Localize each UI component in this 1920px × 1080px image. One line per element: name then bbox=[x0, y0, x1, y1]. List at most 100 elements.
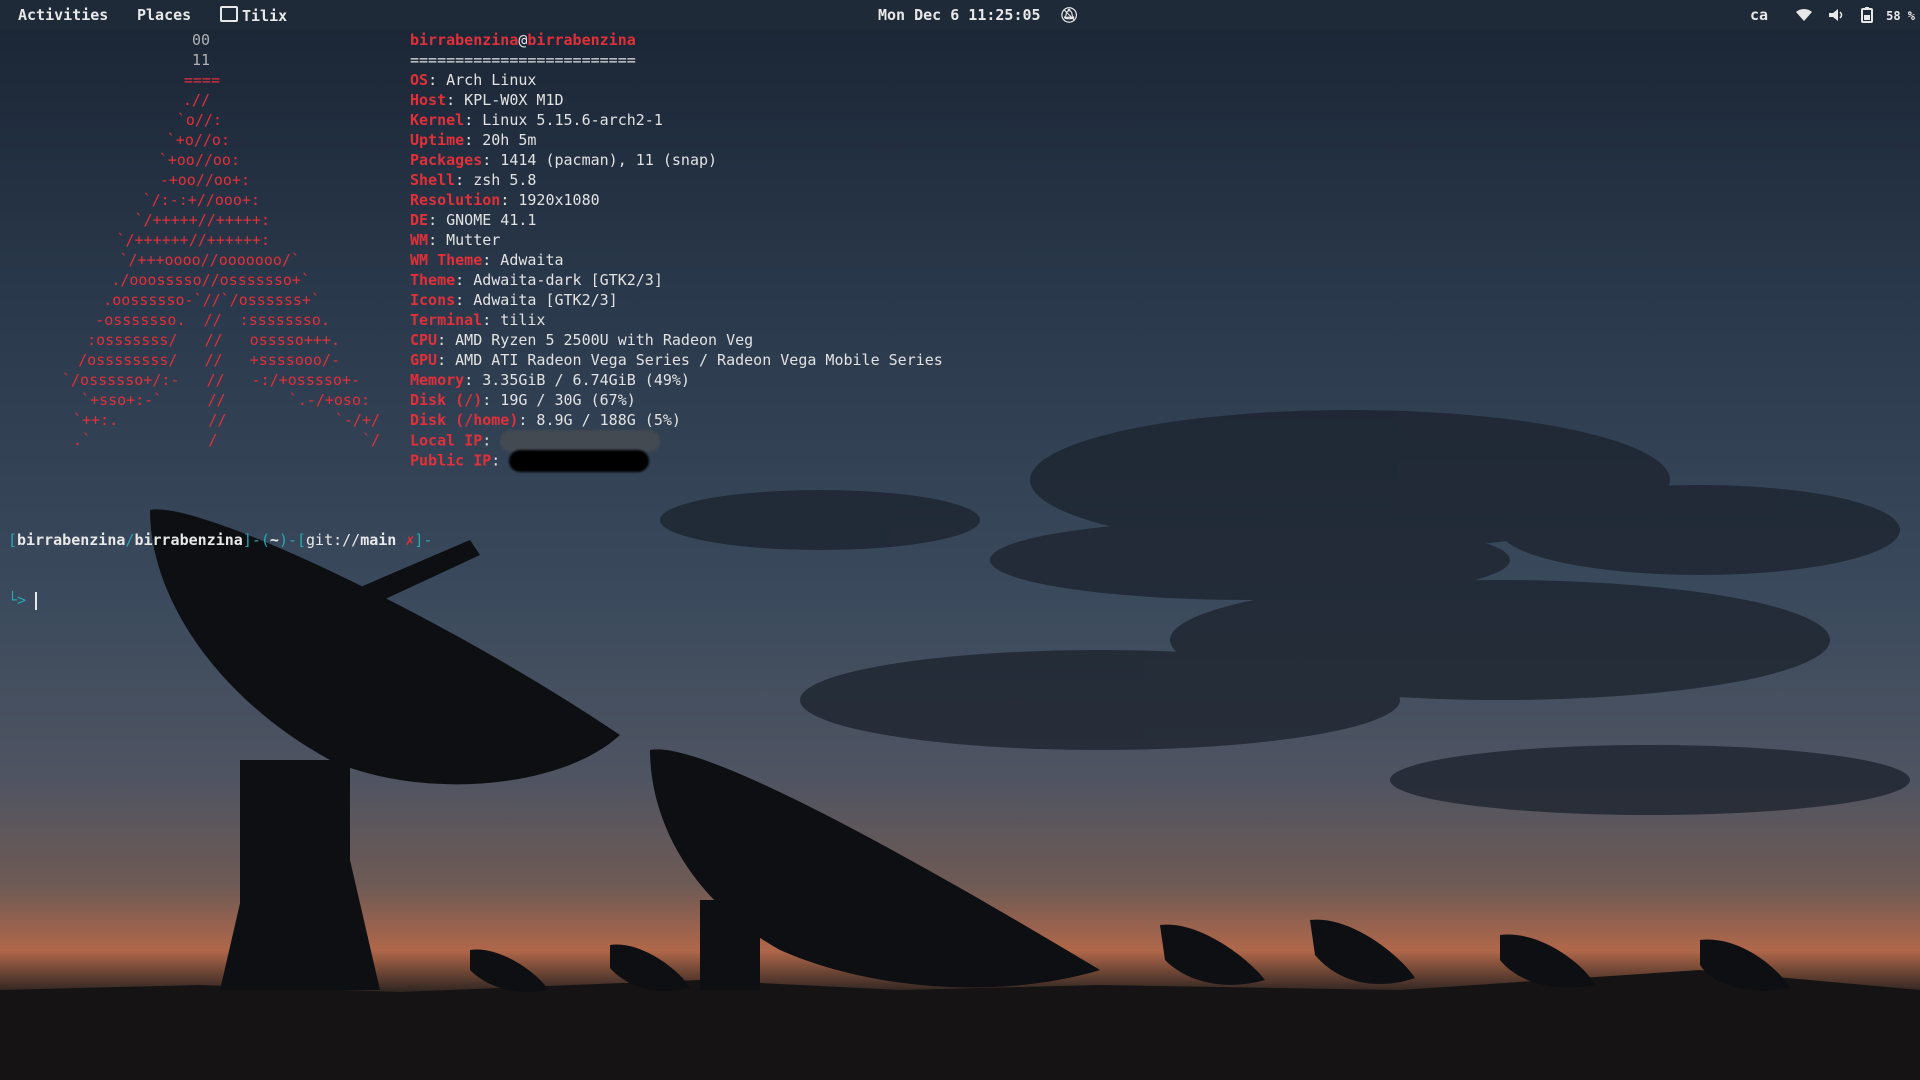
prompt-dir: ~ bbox=[269, 531, 279, 549]
info-row: Kernel: Linux 5.15.6-arch2-1 bbox=[410, 110, 943, 130]
info-key: Kernel bbox=[410, 111, 465, 129]
username: birrabenzina bbox=[410, 31, 519, 49]
clock-label: Mon Dec 6 11:25:05 bbox=[878, 6, 1041, 24]
user-host-line: birrabenzina@birrabenzina bbox=[410, 30, 943, 50]
info-key: Host bbox=[410, 91, 447, 109]
logo-line: -osssssso. // :ssssssso. bbox=[95, 311, 330, 329]
app-menu[interactable]: Tilix bbox=[220, 6, 287, 25]
prompt-user: birrabenzina bbox=[17, 531, 126, 549]
info-row: CPU: AMD Ryzen 5 2500U with Radeon Veg bbox=[410, 330, 943, 350]
info-row: Public IP: bbox=[410, 450, 943, 472]
activities-button[interactable]: Activities bbox=[18, 6, 108, 24]
logo-line: ==== bbox=[183, 71, 220, 89]
logo-line: 11 bbox=[191, 51, 210, 69]
info-row: DE: GNOME 41.1 bbox=[410, 210, 943, 230]
info-key: GPU bbox=[410, 351, 438, 369]
logo-line: -+oo//oo+: bbox=[159, 171, 250, 189]
info-value: : 3.35GiB / 6.74GiB (49%) bbox=[464, 371, 690, 389]
shell-prompt: [birrabenzina/birrabenzina]-(~)-[git://m… bbox=[8, 490, 432, 650]
logo-line: `/++++++//++++++: bbox=[116, 231, 270, 249]
redacted-ip bbox=[500, 430, 661, 452]
bracket: [ bbox=[8, 531, 18, 549]
text-cursor[interactable] bbox=[35, 591, 38, 610]
volume-icon bbox=[1829, 9, 1843, 21]
info-row: OS: Arch Linux bbox=[410, 70, 943, 90]
info-row: WM Theme: Adwaita bbox=[410, 250, 943, 270]
redacted-ip bbox=[509, 450, 650, 472]
logo-line: `/+++++//+++++: bbox=[134, 211, 270, 229]
info-value: : KPL-W0X M1D bbox=[446, 91, 564, 109]
logo-line: `/:-:+//ooo+: bbox=[142, 191, 260, 209]
info-row: Icons: Adwaita [GTK2/3] bbox=[410, 290, 943, 310]
info-value: : AMD ATI Radeon Vega Series / Radeon Ve… bbox=[437, 351, 943, 369]
info-key: Public IP bbox=[410, 451, 492, 470]
info-value: : Adwaita [GTK2/3] bbox=[455, 291, 618, 309]
git-prefix: git:// bbox=[306, 531, 361, 549]
notifications-off-icon: 🔕︎ bbox=[1059, 6, 1079, 24]
info-value: : 1920x1080 bbox=[500, 191, 600, 209]
info-row: Theme: Adwaita-dark [GTK2/3] bbox=[410, 270, 943, 290]
info-row: Resolution: 1920x1080 bbox=[410, 190, 943, 210]
info-row: Disk (/home): 8.9G / 188G (5%) bbox=[410, 410, 943, 430]
info-value: : Arch Linux bbox=[428, 71, 537, 89]
info-value: : 19G / 30G (67%) bbox=[482, 391, 636, 409]
info-value: : zsh 5.8 bbox=[455, 171, 537, 189]
info-key: WM bbox=[410, 231, 429, 249]
logo-line: `o//: bbox=[176, 111, 222, 129]
info-row: Uptime: 20h 5m bbox=[410, 130, 943, 150]
logo-line: `+o//o: bbox=[166, 131, 230, 149]
info-value: : bbox=[482, 431, 501, 450]
info-key: Memory bbox=[410, 371, 465, 389]
system-menu[interactable]: 58 % bbox=[1795, 6, 1915, 24]
info-row: Host: KPL-W0X M1D bbox=[410, 90, 943, 110]
top-bar: Activities Places Tilix Mon Dec 6 11:25:… bbox=[0, 0, 1920, 30]
clock[interactable]: Mon Dec 6 11:25:05 🔕︎ bbox=[878, 6, 1079, 24]
info-key: Icons bbox=[410, 291, 456, 309]
hostname: birrabenzina bbox=[527, 31, 636, 49]
logo-line: `+oo//oo: bbox=[158, 151, 240, 169]
git-branch: main bbox=[360, 531, 397, 549]
logo-line: :osssssss/ // osssso+++. bbox=[87, 331, 340, 349]
info-key: Disk (/home) bbox=[410, 411, 519, 429]
info-key: OS bbox=[410, 71, 429, 89]
info-key: Disk (/) bbox=[410, 391, 483, 409]
info-key: Theme bbox=[410, 271, 456, 289]
logo-line: `++:. // `-/+/ bbox=[72, 411, 380, 429]
info-value: : 8.9G / 188G (5%) bbox=[518, 411, 681, 429]
system-info: birrabenzina@birrabenzina ==============… bbox=[410, 30, 943, 472]
info-value: : Adwaita-dark [GTK2/3] bbox=[455, 271, 663, 289]
info-key: Shell bbox=[410, 171, 456, 189]
info-value: : Mutter bbox=[428, 231, 501, 249]
bracket: ]-( bbox=[242, 531, 270, 549]
info-value: : Adwaita bbox=[482, 251, 564, 269]
logo-line: `+sso+:-` // `.-/+oso: bbox=[81, 391, 370, 409]
terminal-window[interactable]: 00 11 ==== .// `o//: `+o//o: `+oo//oo: -+oo//oo… bbox=[0, 30, 1920, 610]
info-row: Memory: 3.35GiB / 6.74GiB (49%) bbox=[410, 370, 943, 390]
info-row: Shell: zsh 5.8 bbox=[410, 170, 943, 190]
logo-line: ./ooosssso//osssssso+` bbox=[111, 271, 310, 289]
info-key: Packages bbox=[410, 151, 483, 169]
prompt-arrow: └> bbox=[8, 591, 27, 609]
info-key: DE bbox=[410, 211, 429, 229]
bracket: ]- bbox=[414, 531, 433, 549]
info-row: Disk (/): 19G / 30G (67%) bbox=[410, 390, 943, 410]
info-key: Resolution bbox=[410, 191, 501, 209]
info-key: CPU bbox=[410, 331, 438, 349]
info-row: Terminal: tilix bbox=[410, 310, 943, 330]
info-value: : AMD Ryzen 5 2500U with Radeon Veg bbox=[437, 331, 754, 349]
wifi-icon bbox=[1796, 8, 1812, 21]
info-value: : tilix bbox=[482, 311, 546, 329]
places-menu[interactable]: Places bbox=[137, 6, 191, 24]
keyboard-layout-indicator[interactable]: ca bbox=[1750, 6, 1768, 24]
app-name: Tilix bbox=[242, 7, 288, 25]
separator-line: ========================= bbox=[410, 51, 636, 69]
info-value: : GNOME 41.1 bbox=[428, 211, 537, 229]
logo-line: `/ossssso+/:- // -:/+osssso+- bbox=[61, 371, 360, 389]
logo-line: .` / `/ bbox=[72, 431, 380, 449]
info-value: : bbox=[491, 451, 510, 470]
terminal-icon bbox=[220, 6, 238, 22]
info-value: : Linux 5.15.6-arch2-1 bbox=[464, 111, 663, 129]
info-key: WM Theme bbox=[410, 251, 483, 269]
info-value: : 20h 5m bbox=[464, 131, 537, 149]
bracket: )-[ bbox=[278, 531, 307, 549]
